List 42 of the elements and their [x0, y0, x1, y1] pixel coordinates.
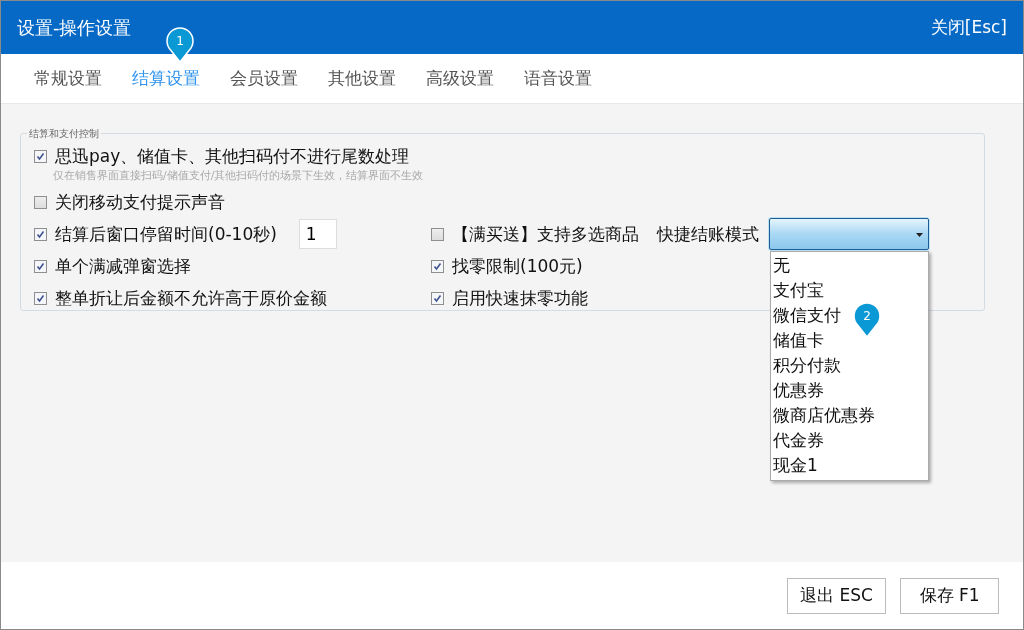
tab[interactable]: 语音设置 — [524, 67, 592, 90]
dropdown-option[interactable]: 优惠券 — [773, 379, 824, 402]
checkbox[interactable] — [34, 195, 47, 209]
step-marker: 1 — [166, 27, 194, 63]
seconds-input[interactable]: 1 — [298, 219, 337, 249]
footer-button[interactable]: 退出 ESC — [787, 577, 886, 614]
option-label: 关闭移动支付提示声音 — [55, 190, 225, 214]
option-label: 结算后窗口停留时间(0-10秒) — [55, 222, 277, 246]
checkbox[interactable] — [34, 291, 47, 305]
hint-text: 仅在销售界面直接扫码/储值支付/其他扫码付的场景下生效，结算界面不生效 — [53, 168, 424, 183]
checkbox[interactable] — [34, 227, 47, 241]
dropdown-option[interactable]: 无 — [773, 254, 790, 277]
option-label: 找零限制(100元) — [452, 254, 583, 278]
group-legend: 结算和支付控制 — [27, 127, 101, 141]
close-button[interactable]: 关闭[Esc] — [930, 16, 1007, 39]
window-title: 设置-操作设置 — [17, 15, 132, 40]
tab[interactable]: 会员设置 — [230, 67, 298, 90]
step-marker: 2 — [853, 302, 881, 338]
checkbox[interactable] — [431, 227, 444, 241]
dropdown-option[interactable]: 代金券 — [773, 429, 824, 452]
checkbox[interactable] — [34, 150, 47, 163]
option-label: 【满买送】支持多选商品 — [452, 222, 639, 246]
dropdown-option[interactable]: 现金1 — [773, 454, 818, 477]
footer-button[interactable]: 保存 F1 — [900, 577, 999, 614]
tab[interactable]: 高级设置 — [426, 67, 494, 90]
checkbox[interactable] — [431, 291, 444, 305]
dropdown-option[interactable]: 微信支付 — [773, 304, 841, 327]
tab[interactable]: 其他设置 — [328, 67, 396, 90]
dropdown-option[interactable]: 支付宝 — [773, 279, 824, 302]
option-label: 启用快速抹零功能 — [452, 286, 588, 310]
checkout-mode-dropdown[interactable] — [769, 218, 929, 250]
field-label: 快捷结账模式 — [657, 222, 759, 246]
dropdown-option[interactable]: 储值卡 — [773, 329, 824, 352]
option-label: 整单折让后金额不允许高于原价金额 — [55, 286, 327, 310]
option-label: 思迅pay、储值卡、其他扫码付不进行尾数处理 — [55, 145, 410, 168]
dropdown-option[interactable]: 微商店优惠券 — [773, 404, 875, 427]
dropdown-option[interactable]: 积分付款 — [773, 354, 841, 377]
checkbox[interactable] — [431, 259, 444, 273]
checkbox[interactable] — [34, 259, 47, 273]
tab[interactable]: 常规设置 — [34, 67, 102, 90]
caret-icon — [916, 233, 923, 237]
option-label: 单个满减弹窗选择 — [55, 254, 191, 278]
